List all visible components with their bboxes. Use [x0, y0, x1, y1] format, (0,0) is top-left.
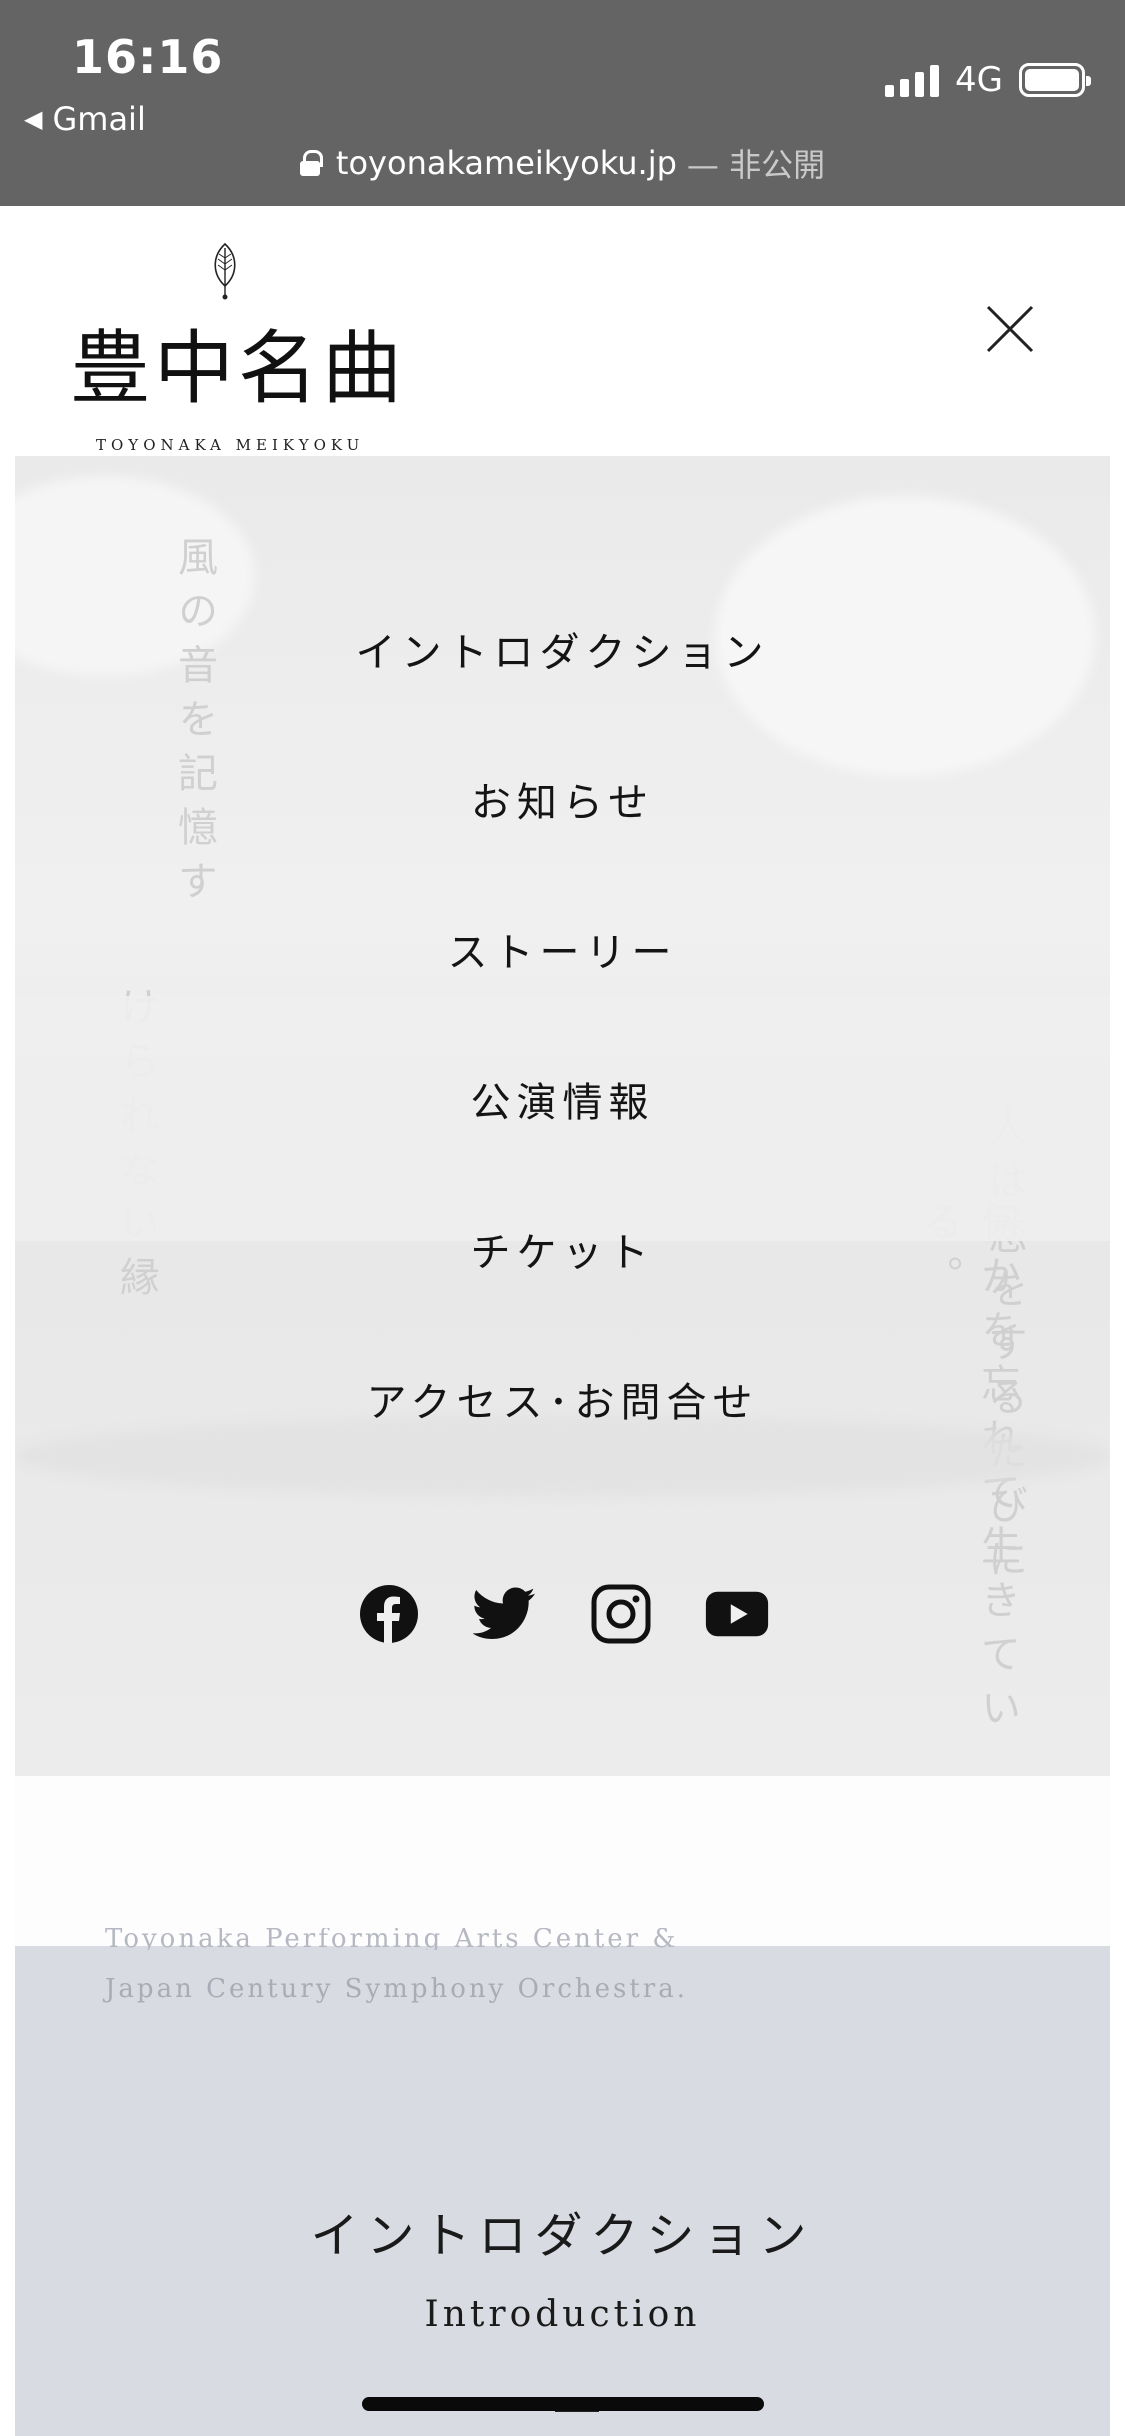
menu-item-introduction[interactable]: イントロダクション: [15, 620, 1110, 678]
close-icon[interactable]: [985, 304, 1035, 354]
section-subtitle: Introduction: [424, 2294, 701, 2335]
url-private-label: — 非公開: [686, 146, 826, 184]
content-divider: [15, 1776, 1110, 1946]
address-bar[interactable]: toyonakameikyoku.jp — 非公開: [0, 140, 1125, 186]
youtube-icon[interactable]: [705, 1582, 769, 1646]
url-text: toyonakameikyoku.jp: [335, 144, 677, 182]
back-app-label: Gmail: [52, 100, 146, 138]
instagram-icon[interactable]: [589, 1582, 653, 1646]
intro-english-partial: Toyonaka Performing Arts Center &: [105, 1928, 679, 1950]
signal-icon: [885, 63, 940, 97]
twitter-icon[interactable]: [472, 1582, 537, 1646]
overlay-menu: イントロダクション お知らせ ストーリー 公演情報 チケット アクセス･お問合せ: [15, 456, 1110, 1776]
site-logo[interactable]: 豊中名曲 TOYONAKA MEIKYOKU: [70, 242, 402, 454]
status-indicators: 4G: [885, 60, 1091, 100]
logo-title: 豊中名曲: [70, 322, 406, 415]
network-type: 4G: [955, 60, 1003, 100]
menu-item-news[interactable]: お知らせ: [15, 770, 1110, 828]
menu-item-access-contact[interactable]: アクセス･お問合せ: [15, 1370, 1110, 1428]
hero-background: 風の音を記憶す けられない縁 人は恋をするたびに 何かを忘れて生きている。 イン…: [15, 456, 1110, 1776]
status-bar: 16:16 ◀ Gmail 4G toyonakameikyoku.jp — 非…: [0, 0, 1125, 206]
introduction-section: Toyonaka Performing Arts Center & Japan …: [15, 1928, 1110, 2436]
intro-english-line: Japan Century Symphony Orchestra.: [105, 1974, 688, 2004]
site-header: 豊中名曲 TOYONAKA MEIKYOKU: [0, 206, 1125, 456]
back-to-app[interactable]: ◀ Gmail: [24, 100, 146, 138]
menu-item-performance[interactable]: 公演情報: [15, 1070, 1110, 1128]
leaf-icon: [214, 242, 236, 300]
social-links: [15, 1582, 1110, 1646]
section-title: イントロダクション: [310, 2208, 815, 2264]
lock-icon: [299, 150, 323, 176]
menu-item-ticket[interactable]: チケット: [15, 1220, 1110, 1278]
battery-icon: [1019, 63, 1091, 97]
menu-item-story[interactable]: ストーリー: [15, 920, 1110, 978]
facebook-icon[interactable]: [357, 1582, 421, 1646]
home-indicator[interactable]: [362, 2397, 764, 2411]
back-triangle-icon: ◀: [24, 105, 43, 133]
logo-subtitle: TOYONAKA MEIKYOKU: [96, 436, 365, 454]
clock: 16:16: [72, 30, 224, 84]
